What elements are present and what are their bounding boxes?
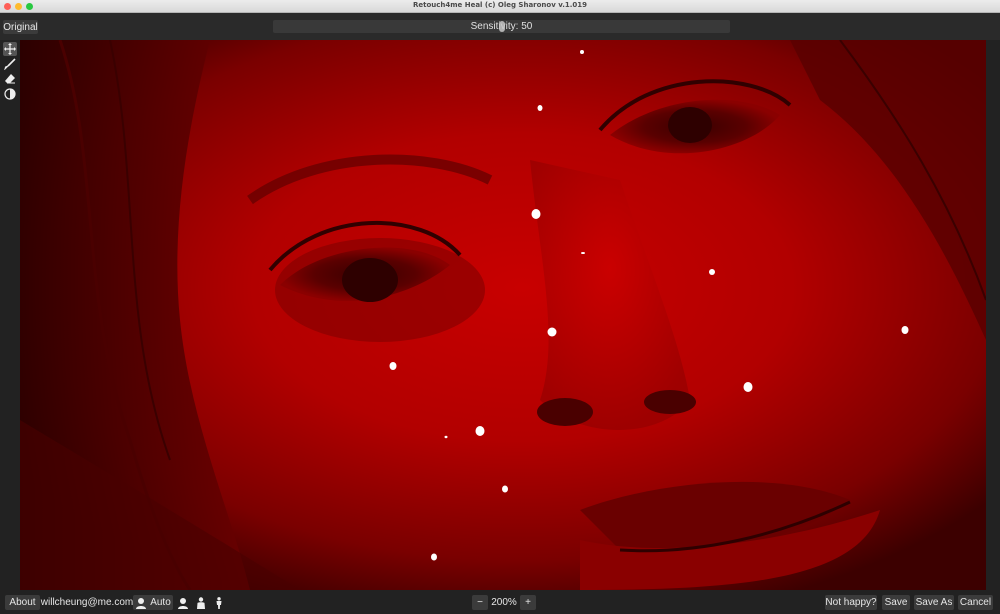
portrait-image [20, 40, 986, 590]
half-body-icon [196, 596, 205, 609]
half-body-mode-button[interactable] [193, 595, 208, 610]
right-gutter [986, 40, 1000, 590]
zoom-level: 200% [491, 597, 517, 608]
face-mode-button[interactable] [175, 595, 190, 610]
save-as-button[interactable]: Save As [914, 595, 954, 610]
window-title: Retouch4me Heal (c) Oleg Sharonov v.1.01… [412, 1, 588, 9]
image-canvas[interactable] [20, 40, 986, 590]
top-toolbar: Original Sensitivity: 50 [0, 13, 1000, 40]
not-happy-button[interactable]: Not happy? [825, 595, 877, 610]
tool-strip [0, 40, 20, 590]
face-icon [177, 597, 188, 609]
mask-tool[interactable] [3, 87, 17, 101]
eraser-icon [5, 74, 15, 84]
move-icon [4, 43, 16, 55]
auto-label: Auto [150, 597, 171, 608]
original-button[interactable]: Original [3, 20, 38, 34]
auto-mode-button[interactable]: Auto [133, 595, 173, 610]
sensitivity-slider[interactable]: Sensitivity: 50 [273, 20, 730, 33]
brush-tool[interactable] [3, 57, 17, 71]
full-body-icon [216, 596, 221, 609]
move-tool[interactable] [3, 42, 17, 56]
full-body-mode-button[interactable] [211, 595, 226, 610]
eraser-tool[interactable] [3, 72, 17, 86]
portrait-face-icon [136, 597, 147, 609]
title-bar: Retouch4me Heal (c) Oleg Sharonov v.1.01… [0, 0, 1000, 13]
bottom-toolbar: About willcheung@me.com Auto − 200% + No… [0, 590, 1000, 614]
save-button[interactable]: Save [882, 595, 910, 610]
contrast-icon [4, 88, 16, 100]
zoom-in-button[interactable]: + [520, 595, 536, 610]
user-email: willcheung@me.com [40, 597, 134, 608]
zoom-out-button[interactable]: − [472, 595, 488, 610]
cancel-button[interactable]: Cancel [958, 595, 993, 610]
about-button[interactable]: About [5, 595, 40, 610]
sensitivity-slider-thumb[interactable] [498, 21, 505, 32]
brush-icon [4, 58, 16, 70]
